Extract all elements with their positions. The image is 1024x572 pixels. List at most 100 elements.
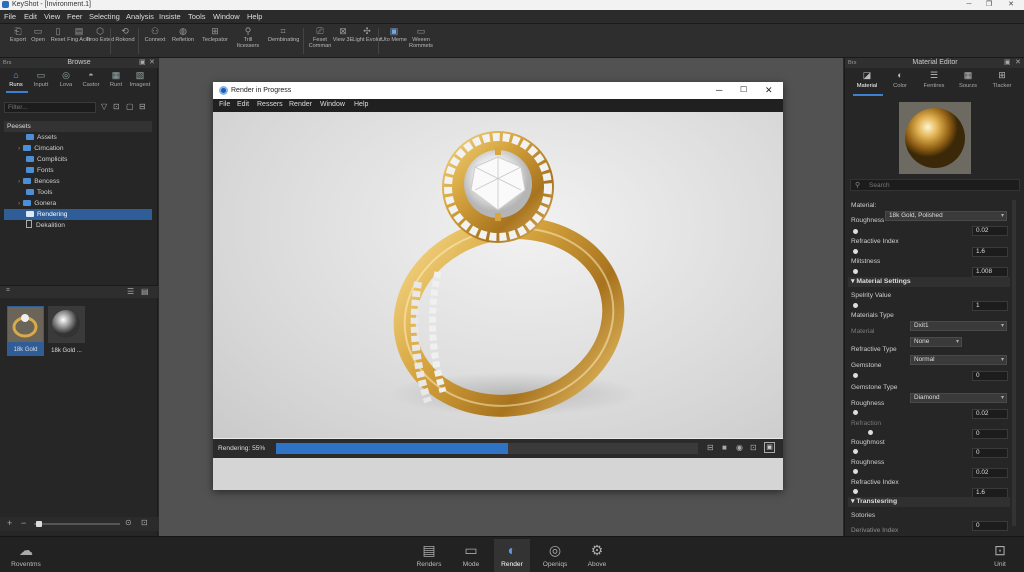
render-menu-file[interactable]: File — [219, 101, 230, 108]
tab-runs[interactable]: ⌂ Runs — [5, 71, 27, 89]
grid-view-icon[interactable]: ▤ — [141, 287, 149, 296]
bottom-roventms[interactable]: ☁ Roventms — [8, 539, 44, 568]
bottom-renders[interactable]: ▤ Renders — [411, 539, 447, 568]
export-icon[interactable]: ⊡ — [141, 518, 148, 527]
roughmost-value[interactable]: 0 — [972, 448, 1008, 458]
tab-runt[interactable]: ▦ Runt — [105, 71, 127, 89]
tab-castor[interactable]: ◓ Castor — [80, 71, 102, 89]
panel-close-icon[interactable]: ✕ — [1015, 58, 1021, 68]
trill-button[interactable]: ⚲ Trill Itcessers — [233, 26, 263, 56]
tree-item-fonts[interactable]: Fonts — [4, 165, 152, 176]
refractive-index-slider[interactable] — [853, 249, 858, 254]
filter-icon[interactable]: ▽ — [101, 102, 107, 111]
plus-icon[interactable]: + — [7, 518, 12, 528]
tab-material[interactable]: ◪ Material — [852, 71, 882, 90]
thumb-18k-gold[interactable]: 18k Gold — [7, 306, 44, 356]
expand-icon[interactable]: › — [18, 178, 20, 185]
render-menu-render[interactable]: Render — [289, 101, 312, 108]
settings-icon[interactable]: ⊙ — [125, 518, 132, 527]
gemstone-slider[interactable] — [853, 373, 858, 378]
bottom-above[interactable]: ⚙ Above — [579, 539, 615, 568]
menu-analysis[interactable]: Analysis — [126, 12, 154, 21]
connext-button[interactable]: ⚇ Connext — [140, 26, 170, 56]
rokond-button[interactable]: ⟲ Rokond — [110, 26, 140, 56]
section-material-settings[interactable]: ▾ Material Settings — [848, 277, 1010, 287]
render-menu-window[interactable]: Window — [320, 101, 345, 108]
render-menu-edit[interactable]: Edit — [237, 101, 249, 108]
tab-lova[interactable]: ◎ Lova — [55, 71, 77, 89]
save-icon[interactable]: ⊡ — [750, 443, 757, 452]
teclepator-button[interactable]: ⊞ Teclepator — [200, 26, 230, 56]
refractive-index-value[interactable]: 1.6 — [972, 247, 1008, 257]
thumbnail-size-slider[interactable] — [34, 523, 120, 525]
dembinating-button[interactable]: ⌗ Dembinating — [268, 26, 299, 56]
roughness-3-value[interactable]: 0.02 — [972, 468, 1008, 478]
tree-item-complicits[interactable]: Complicits — [4, 154, 152, 165]
tree-item-tools[interactable]: Tools — [4, 187, 152, 198]
panel-close-icon[interactable]: ✕ — [149, 58, 155, 68]
mlitstness-slider[interactable] — [853, 269, 858, 274]
menu-tools[interactable]: Tools — [188, 12, 206, 21]
camera-icon[interactable]: ◉ — [736, 443, 743, 452]
close-button[interactable]: ✕ — [1000, 0, 1022, 10]
tree-item-dekalition[interactable]: Dekalition — [4, 220, 152, 231]
refraction-slider[interactable] — [868, 430, 873, 435]
roughness-2-value[interactable]: 0.02 — [972, 409, 1008, 419]
expand-icon[interactable]: › — [18, 200, 20, 207]
pin-icon[interactable]: ▣ — [1004, 58, 1011, 68]
mlitstness-value[interactable]: 1.008 — [972, 267, 1008, 277]
roughness-slider[interactable] — [853, 229, 858, 234]
maximize-button[interactable]: ❐ — [978, 0, 1000, 10]
section-transtesring[interactable]: ▾ Transtesring — [848, 497, 1010, 507]
uto-button[interactable]: ▣ Uto Meme — [379, 26, 409, 56]
menu-view[interactable]: View — [44, 12, 60, 21]
tab-sourzs[interactable]: ▦ Sourzs — [953, 71, 983, 90]
minus-icon[interactable]: − — [21, 518, 26, 528]
render-close-button[interactable]: ✕ — [765, 85, 773, 96]
tab-inputt[interactable]: ▭ Inputt — [30, 71, 52, 89]
tree-item-bencess[interactable]: › Bencess — [4, 176, 152, 187]
list-view-icon[interactable]: ☰ — [127, 287, 134, 296]
tree-item-gonera[interactable]: › Gonera — [4, 198, 152, 209]
roughness-2-slider[interactable] — [853, 410, 858, 415]
tab-tlacker[interactable]: ⊞ Tlacker — [987, 71, 1017, 90]
options-icon[interactable]: ⊟ — [139, 102, 146, 111]
expand-icon[interactable]: › — [18, 145, 20, 152]
stop-icon[interactable]: ■ — [722, 443, 727, 452]
folder-open-icon[interactable]: ▢ — [126, 102, 134, 111]
filter-input[interactable] — [4, 102, 96, 113]
slider-handle[interactable] — [36, 521, 42, 527]
tab-color[interactable]: ◐ Color — [885, 71, 915, 90]
weeen-button[interactable]: ▭ Weeen Rommets — [406, 26, 436, 56]
menu-window[interactable]: Window — [213, 12, 240, 21]
roughmost-slider[interactable] — [853, 449, 858, 454]
menu-feer[interactable]: Feer — [67, 12, 82, 21]
refractive-index-2-slider[interactable] — [853, 489, 858, 494]
render-minimize-button[interactable]: ─ — [716, 85, 722, 95]
tree-item-cimcation[interactable]: › Cimcation — [4, 143, 152, 154]
bottom-unit[interactable]: ⊡ Unit — [982, 539, 1018, 568]
tree-item-rendering[interactable]: Rendering — [4, 209, 152, 220]
thumb-18k-gold-2[interactable]: 18k Gold ... — [48, 306, 85, 354]
refletion-button[interactable]: ◍ Refletion — [168, 26, 198, 56]
tree-item-assets[interactable]: Assets — [4, 132, 152, 143]
fullscreen-icon[interactable]: ▣ — [764, 442, 775, 453]
roughness-3-slider[interactable] — [853, 469, 858, 474]
menu-edit[interactable]: Edit — [24, 12, 37, 21]
bottom-mode[interactable]: ▭ Mode — [453, 539, 489, 568]
spelrity-slider[interactable] — [853, 303, 858, 308]
new-folder-icon[interactable]: ⊡ — [113, 102, 120, 111]
material-search[interactable]: ⚲ Search — [850, 179, 1020, 191]
tab-fentires[interactable]: ☰ Fentires — [919, 71, 949, 90]
render-menu-help[interactable]: Help — [354, 101, 368, 108]
render-maximize-button[interactable]: ☐ — [740, 85, 747, 94]
tree-root[interactable]: Peesets — [4, 121, 152, 132]
pin-icon[interactable]: ▣ — [139, 58, 146, 68]
gemstone-value[interactable]: 0 — [972, 371, 1008, 381]
menu-insiste[interactable]: Insiste — [159, 12, 181, 21]
bottom-openiqs[interactable]: ◎ Openiqs — [537, 539, 573, 568]
tab-imagest[interactable]: ▧ Imagest — [129, 71, 151, 89]
region-icon[interactable]: ⊟ — [707, 443, 714, 452]
bottom-render[interactable]: ◐ Render — [494, 539, 530, 572]
menu-help[interactable]: Help — [247, 12, 262, 21]
